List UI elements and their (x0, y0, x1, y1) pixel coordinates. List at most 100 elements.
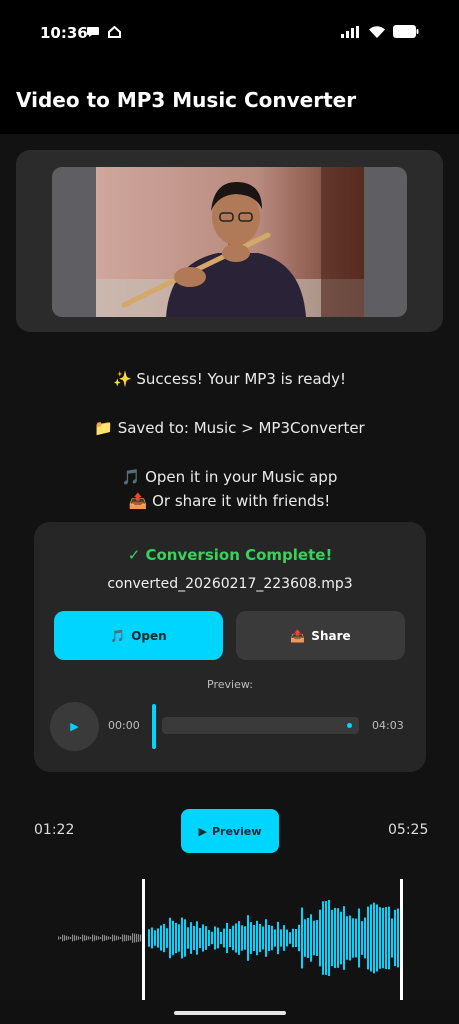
waveform-bar (238, 921, 240, 955)
audio-waveform[interactable] (0, 876, 459, 1000)
waveform-bar (307, 917, 309, 959)
waveform-bar (385, 907, 387, 969)
waveform-bar (250, 922, 252, 954)
waveform-bar (319, 909, 321, 967)
waveform-bar (325, 901, 327, 975)
waveform-bar (346, 916, 348, 960)
waveform-bar (166, 928, 168, 948)
waveform-bar (280, 929, 282, 947)
waveform-bar (102, 934, 104, 942)
waveform-bar (358, 908, 360, 968)
waveform-bar (175, 922, 177, 954)
waveform-bar (229, 928, 231, 948)
waveform-bar (181, 917, 183, 959)
waveform-bar (244, 926, 246, 950)
waveform-bar (298, 924, 300, 952)
waveform-bar (74, 935, 76, 941)
waveform-bar (355, 918, 357, 958)
video-thumbnail-image[interactable] (96, 167, 364, 317)
battery-icon (393, 25, 419, 38)
waveform-bar (100, 937, 102, 939)
waveform-bar (397, 908, 399, 968)
waveform-bar (163, 923, 165, 953)
waveform-bar (217, 927, 219, 949)
waveform-bar (214, 926, 216, 950)
play-icon: ▶ (198, 824, 207, 838)
open-in-music-message: 🎵 Open it in your Music app (121, 468, 338, 486)
waveform-bar (76, 935, 78, 941)
trim-start-time: 01:22 (34, 822, 75, 838)
waveform-bar (271, 925, 273, 951)
waveform-bar (199, 927, 201, 949)
status-notification-icons (86, 26, 121, 38)
waveform-bar (352, 918, 354, 958)
share-button[interactable]: 📤 Share (236, 611, 405, 660)
waveform-bar (232, 925, 234, 951)
waveform-bar (187, 927, 189, 949)
play-button[interactable]: ▶ (50, 702, 99, 751)
trim-end-time: 05:25 (388, 822, 429, 838)
waveform-bar (274, 929, 276, 947)
open-button[interactable]: 🎵 Open (54, 611, 223, 660)
waveform-bar (64, 935, 66, 941)
waveform-bar (138, 934, 140, 942)
waveform-bar (132, 933, 134, 943)
waveform-bar (295, 929, 297, 947)
waveform-bar (118, 936, 120, 940)
waveform-bar (343, 906, 345, 970)
waveform-bar (268, 925, 270, 951)
saved-location-message: 📁 Saved to: Music > MP3Converter (94, 419, 365, 437)
waveform-bar (292, 928, 294, 948)
waveform-bar (379, 907, 381, 969)
waveform-bar (94, 935, 96, 941)
waveform-bar (289, 932, 291, 944)
waveform-bar (373, 902, 375, 974)
waveform-bar (172, 920, 174, 956)
waveform-bar (196, 921, 198, 955)
seek-bar[interactable] (162, 717, 359, 734)
video-thumbnail-frame (52, 167, 407, 317)
waveform-bar (310, 914, 312, 962)
waveform-bar (337, 908, 339, 968)
waveform-bar (208, 930, 210, 946)
waveform-bar (80, 937, 82, 939)
trim-start-handle (142, 879, 145, 1000)
seek-end-dot (347, 723, 352, 728)
waveform-bar (316, 920, 318, 956)
home-gesture-handle[interactable] (174, 1011, 286, 1015)
waveform-bar (277, 921, 279, 955)
trim-preview-button[interactable]: ▶ Preview (181, 809, 279, 853)
conversion-complete-title: ✓ Conversion Complete! (127, 546, 333, 564)
waveform-bar (265, 919, 267, 957)
waveform-bar (241, 925, 243, 951)
waveform-bar (88, 936, 90, 940)
waveform-bar (160, 925, 162, 951)
app-title: Video to MP3 Music Converter (16, 88, 357, 112)
video-thumbnail-card (16, 150, 443, 332)
waveform-bar (92, 934, 94, 942)
waveform-bar (361, 921, 363, 955)
waveform-bar (96, 935, 98, 941)
waveform-bar (283, 925, 285, 951)
open-button-label: Open (131, 628, 167, 643)
trim-preview-label: Preview (211, 824, 262, 838)
waveform-bar (116, 935, 118, 941)
waveform-bar (58, 936, 60, 940)
waveform-bar (104, 935, 106, 941)
signal-icon (341, 25, 359, 38)
waveform-bar (259, 923, 261, 953)
waveform-bar (286, 929, 288, 947)
playback-duration: 04:03 (372, 719, 404, 732)
waveform-bar (301, 907, 303, 969)
waveform-bar (126, 935, 128, 941)
waveform-bar (72, 934, 74, 942)
seek-handle[interactable] (152, 704, 156, 749)
waveform-bar (62, 934, 64, 942)
status-system-icons (341, 25, 419, 38)
waveform-bar (394, 909, 396, 967)
waveform-bar (136, 933, 138, 943)
waveform-bar (124, 934, 126, 942)
conversion-result-card: ✓ Conversion Complete! converted_2026021… (34, 522, 426, 772)
waveform-bar (235, 923, 237, 953)
waveform-bar (247, 915, 249, 961)
